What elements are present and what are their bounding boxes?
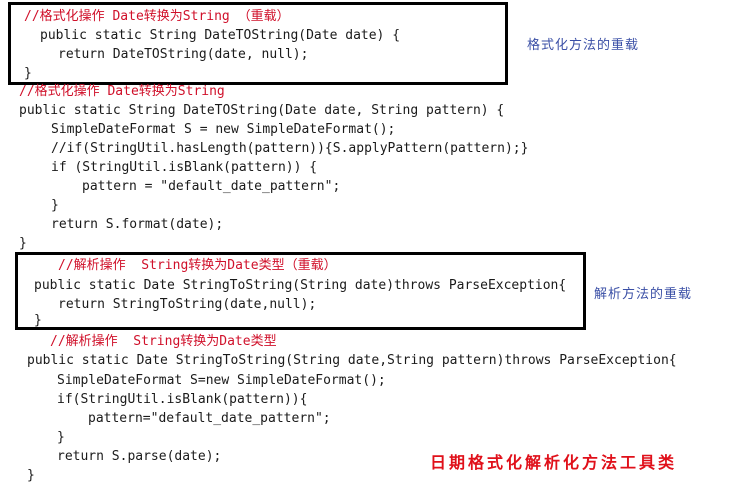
signature-format-overload: public static String DateTOString(Date d… [40,28,401,43]
format-line-1: SimpleDateFormat S = new SimpleDateForma… [51,122,396,137]
signature-parse-overload: public static Date StringToString(String… [34,278,567,293]
body-parse-overload: return StringToString(date,null); [58,297,317,312]
comment-format-overload: //格式化操作 Date转换为String （重载） [24,9,290,24]
format-line-2: //if(StringUtil.hasLength(pattern)){S.ap… [51,141,529,156]
signature-parse: public static Date StringToString(String… [27,353,677,368]
parse-line-1: SimpleDateFormat S=new SimpleDateFormat(… [57,373,386,388]
format-line-4: pattern = "default_date_pattern"; [82,179,341,194]
format-line-5: } [51,198,59,213]
close-format-overload: } [24,66,32,81]
annotation-format-overload: 格式化方法的重载 [527,38,640,53]
parse-line-2: if(StringUtil.isBlank(pattern)){ [57,392,308,407]
parse-line-4: } [57,430,65,445]
format-line-3: if (StringUtil.isBlank(pattern)) { [51,160,318,175]
comment-parse-overload: //解析操作 String转换为Date类型（重载） [58,258,337,273]
comment-parse: //解析操作 String转换为Date类型 [50,334,277,349]
document-title: 日期格式化解析化方法工具类 [430,453,678,472]
parse-line-3: pattern="default_date_pattern"; [88,411,331,426]
body-format-overload: return DateTOString(date, null); [58,47,309,62]
format-line-6: return S.format(date); [51,217,224,232]
comment-format: //格式化操作 Date转换为String [19,84,225,99]
annotation-parse-overload: 解析方法的重载 [594,287,693,302]
parse-line-5: return S.parse(date); [57,449,222,464]
close-parse: } [27,468,35,483]
close-format: } [19,236,27,251]
signature-format: public static String DateTOString(Date d… [19,103,505,118]
close-parse-overload: } [34,313,42,328]
